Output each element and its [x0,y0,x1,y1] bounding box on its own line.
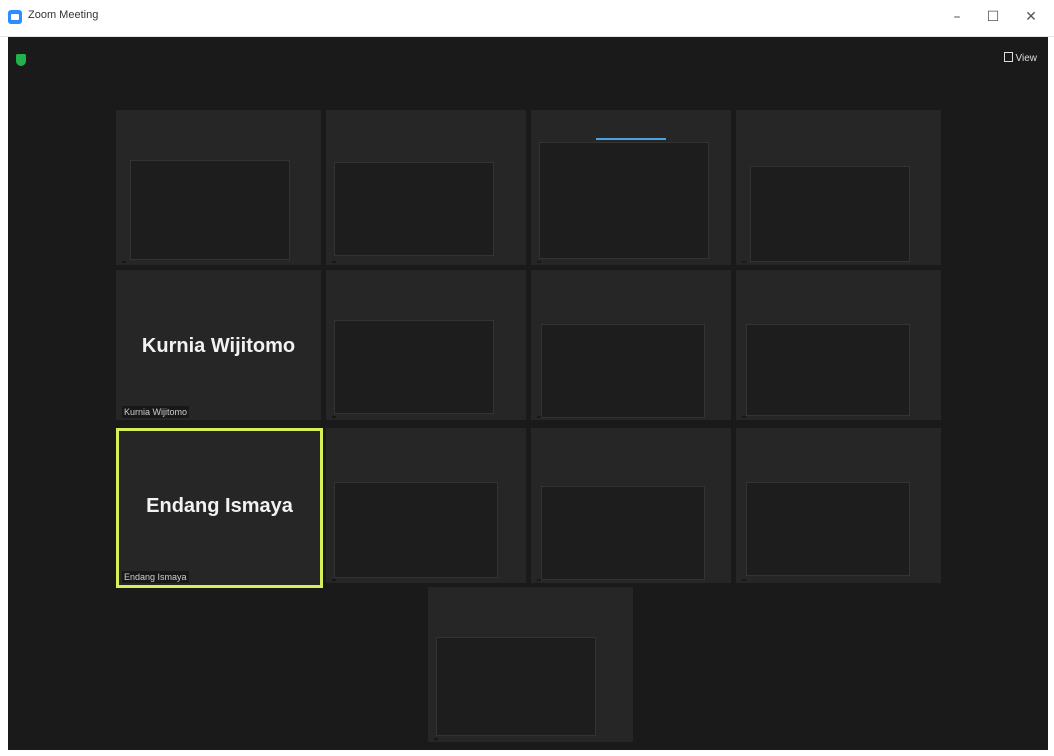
video-feed [436,637,596,736]
participant-nameplate [742,261,746,263]
video-feed [539,142,709,259]
participant-name: Kurnia Wijitomo [141,335,296,357]
grid-icon [1003,52,1013,62]
video-feed [746,482,910,576]
close-button[interactable]: ✕ [1018,6,1044,28]
video-feed [541,324,705,418]
participant-tile[interactable] [116,110,321,265]
participant-tile[interactable] [736,110,941,265]
title-bar: Zoom Meeting – ☐ ✕ [0,0,1054,37]
participant-tile[interactable] [326,270,526,420]
progress-line [596,138,666,140]
participant-nameplate [434,738,438,740]
zoom-app-icon [8,10,22,24]
participant-tile[interactable] [428,587,633,742]
window-title: Zoom Meeting [28,9,99,21]
video-feed [746,324,910,416]
participant-nameplate [742,579,746,581]
video-feed [334,320,494,414]
participant-tile[interactable] [531,270,731,420]
participant-tile[interactable] [326,110,526,265]
participant-nameplate: Endang Ismaya [122,571,189,583]
participant-name: Endang Ismaya [146,495,293,517]
view-button[interactable]: View [1001,51,1041,67]
participant-nameplate [122,261,126,263]
participant-nameplate [537,261,541,263]
video-feed [334,162,494,256]
participant-nameplate [537,579,541,581]
participant-nameplate [332,579,336,581]
participant-nameplate: Kurnia Wijitomo [122,406,190,418]
participant-nameplate [332,416,336,418]
participant-tile[interactable] [326,428,526,583]
video-feed [334,482,498,578]
participant-nameplate [742,416,746,418]
maximize-button[interactable]: ☐ [980,6,1006,28]
participant-nameplate [332,261,336,263]
participant-nameplate [537,416,541,418]
meeting-area: View Kurnia Wijitomo Kurnia Wijitomo End… [8,37,1048,750]
participant-tile[interactable] [736,428,941,583]
video-feed [130,160,290,260]
video-feed [541,486,705,580]
video-feed [750,166,910,262]
participant-tile[interactable] [531,428,731,583]
participant-tile-active-speaker[interactable]: Endang Ismaya Endang Ismaya [116,428,323,588]
shield-icon[interactable] [16,54,26,66]
participant-tile[interactable] [531,110,731,265]
view-label: View [1015,53,1038,64]
minimize-button[interactable]: – [944,6,970,28]
participant-tile[interactable]: Kurnia Wijitomo Kurnia Wijitomo [116,270,321,420]
participant-tile[interactable] [736,270,941,420]
